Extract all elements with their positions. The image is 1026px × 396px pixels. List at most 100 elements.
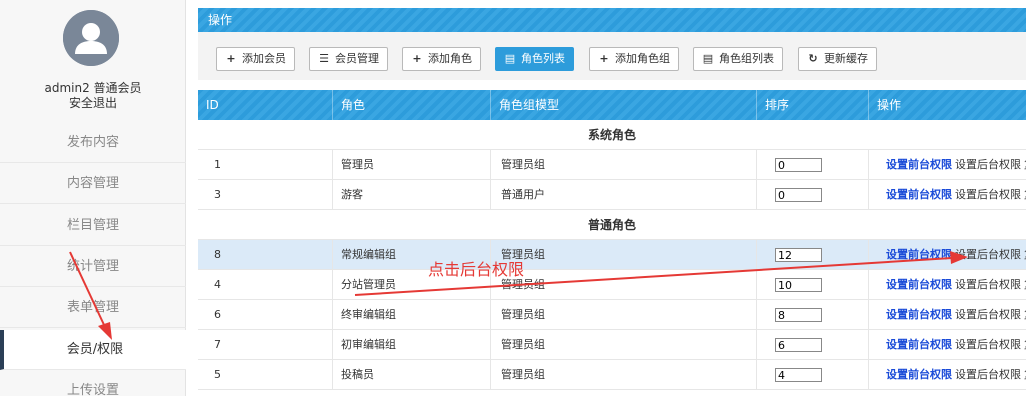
sidebar: admin2 普通会员 安全退出 发布内容 内容管理 栏目管理 统计管理 表单管… [0, 0, 186, 396]
set-front-permission-link[interactable]: 设置前台权限 [886, 158, 952, 171]
cell-order [757, 180, 869, 210]
cell-ops: 设置前台权限设置后台权限复制 [869, 240, 1026, 270]
sidebar-item-content[interactable]: 内容管理 [0, 164, 186, 204]
add-role-button[interactable]: + 添加角色 [402, 47, 481, 71]
table-row: 5 投稿员 管理员组 设置前台权限设置后台权限复制 [198, 360, 1026, 390]
cell-role: 投稿员 [333, 360, 491, 390]
cell-model: 管理员组 [491, 300, 757, 330]
order-input[interactable] [775, 278, 822, 292]
cell-id: 4 [198, 270, 333, 300]
table-header: ID 角色 角色组模型 排序 操作 [198, 90, 1026, 120]
col-id: ID [198, 90, 333, 120]
col-order: 排序 [757, 90, 869, 120]
order-input[interactable] [775, 368, 822, 382]
cell-order [757, 360, 869, 390]
cell-id: 6 [198, 300, 333, 330]
table-row: 6 终审编辑组 管理员组 设置前台权限设置后台权限复制 [198, 300, 1026, 330]
role-group-list-label: 角色组列表 [719, 52, 774, 65]
role-group-list-button[interactable]: ▤ 角色组列表 [693, 47, 783, 71]
table-row: 3 游客 普通用户 设置前台权限设置后台权限复制 [198, 180, 1026, 210]
cell-order [757, 150, 869, 180]
avatar[interactable] [63, 10, 119, 66]
cell-id: 7 [198, 330, 333, 360]
set-back-permission-link[interactable]: 设置后台权限 [955, 368, 1021, 381]
set-back-permission-link[interactable]: 设置后台权限 [955, 338, 1021, 351]
sidebar-item-forms[interactable]: 表单管理 [0, 288, 186, 328]
main-content: 操作 + 添加会员 ☰ 会员管理 + 添加角色 ▤ 角色列表 + 添加角色组 ▤ 角色组列表… [198, 0, 1026, 396]
group-row-normal: 普通角色 [198, 210, 1026, 240]
list-doc-icon: ▤ [702, 52, 714, 65]
cell-order [757, 330, 869, 360]
table-row: 4 分站管理员 管理员组 设置前台权限设置后台权限复制 [198, 270, 1026, 300]
set-back-permission-link[interactable]: 设置后台权限 [955, 308, 1021, 321]
group-row-system: 系统角色 [198, 120, 1026, 150]
add-member-label: 添加会员 [242, 52, 286, 65]
cell-order [757, 300, 869, 330]
role-list-button[interactable]: ▤ 角色列表 [495, 47, 574, 71]
member-manage-button[interactable]: ☰ 会员管理 [309, 47, 388, 71]
toolbar: + 添加会员 ☰ 会员管理 + 添加角色 ▤ 角色列表 + 添加角色组 ▤ 角色组列表 ↻ 更… [198, 32, 1026, 80]
set-front-permission-link[interactable]: 设置前台权限 [886, 248, 952, 261]
cell-ops: 设置前台权限设置后台权限复制 [869, 270, 1026, 300]
table-row: 7 初审编辑组 管理员组 设置前台权限设置后台权限复制 [198, 330, 1026, 360]
order-input[interactable] [775, 158, 822, 172]
set-back-permission-link[interactable]: 设置后台权限 [955, 278, 1021, 291]
plus-icon: + [226, 52, 236, 65]
sidebar-item-publish[interactable]: 发布内容 [0, 123, 186, 163]
order-input[interactable] [775, 188, 822, 202]
sidebar-item-columns[interactable]: 栏目管理 [0, 206, 186, 246]
add-role-label: 添加角色 [428, 52, 472, 65]
cell-role: 终审编辑组 [333, 300, 491, 330]
cell-role: 游客 [333, 180, 491, 210]
col-model: 角色组模型 [491, 90, 757, 120]
set-back-permission-link[interactable]: 设置后台权限 [955, 188, 1021, 201]
sidebar-item-members[interactable]: 会员/权限 [0, 330, 186, 370]
cell-model: 管理员组 [491, 150, 757, 180]
logout-link[interactable]: 安全退出 [0, 94, 186, 111]
set-front-permission-link[interactable]: 设置前台权限 [886, 308, 952, 321]
annotation-text: 点击后台权限 [428, 260, 525, 279]
cell-ops: 设置前台权限设置后台权限复制 [869, 330, 1026, 360]
table-row: 1 管理员 管理员组 设置前台权限设置后台权限复制 [198, 150, 1026, 180]
set-back-permission-link[interactable]: 设置后台权限 [955, 248, 1021, 261]
plus-icon: + [412, 52, 422, 65]
cell-model: 普通用户 [491, 180, 757, 210]
cell-ops: 设置前台权限设置后台权限复制 [869, 300, 1026, 330]
cell-order [757, 240, 869, 270]
list-doc-icon: ▤ [504, 52, 516, 65]
add-role-group-label: 添加角色组 [615, 52, 670, 65]
cell-id: 5 [198, 360, 333, 390]
sidebar-item-upload[interactable]: 上传设置 [0, 371, 186, 396]
set-front-permission-link[interactable]: 设置前台权限 [886, 278, 952, 291]
cell-ops: 设置前台权限设置后台权限复制 [869, 180, 1026, 210]
order-input[interactable] [775, 248, 822, 262]
cell-model: 管理员组 [491, 240, 757, 270]
cell-model: 管理员组 [491, 360, 757, 390]
set-front-permission-link[interactable]: 设置前台权限 [886, 188, 952, 201]
cell-ops: 设置前台权限设置后台权限复制 [869, 360, 1026, 390]
set-back-permission-link[interactable]: 设置后台权限 [955, 158, 1021, 171]
member-manage-label: 会员管理 [335, 52, 379, 65]
list-icon: ☰ [319, 52, 329, 65]
role-list-label: 角色列表 [521, 52, 565, 65]
cell-id: 1 [198, 150, 333, 180]
cell-id: 3 [198, 180, 333, 210]
table-row: 8 常规编辑组 管理员组 设置前台权限设置后台权限复制 [198, 240, 1026, 270]
cell-model: 管理员组 [491, 330, 757, 360]
col-role: 角色 [333, 90, 491, 120]
add-role-group-button[interactable]: + 添加角色组 [589, 47, 679, 71]
cell-model: 管理员组 [491, 270, 757, 300]
refresh-cache-button[interactable]: ↻ 更新缓存 [798, 47, 877, 71]
cell-order [757, 270, 869, 300]
order-input[interactable] [775, 308, 822, 322]
sidebar-item-stats[interactable]: 统计管理 [0, 247, 186, 287]
cell-ops: 设置前台权限设置后台权限复制 [869, 150, 1026, 180]
plus-icon: + [599, 52, 609, 65]
order-input[interactable] [775, 338, 822, 352]
refresh-icon: ↻ [808, 52, 818, 65]
add-member-button[interactable]: + 添加会员 [216, 47, 295, 71]
cell-id: 8 [198, 240, 333, 270]
cell-role: 管理员 [333, 150, 491, 180]
set-front-permission-link[interactable]: 设置前台权限 [886, 368, 952, 381]
set-front-permission-link[interactable]: 设置前台权限 [886, 338, 952, 351]
